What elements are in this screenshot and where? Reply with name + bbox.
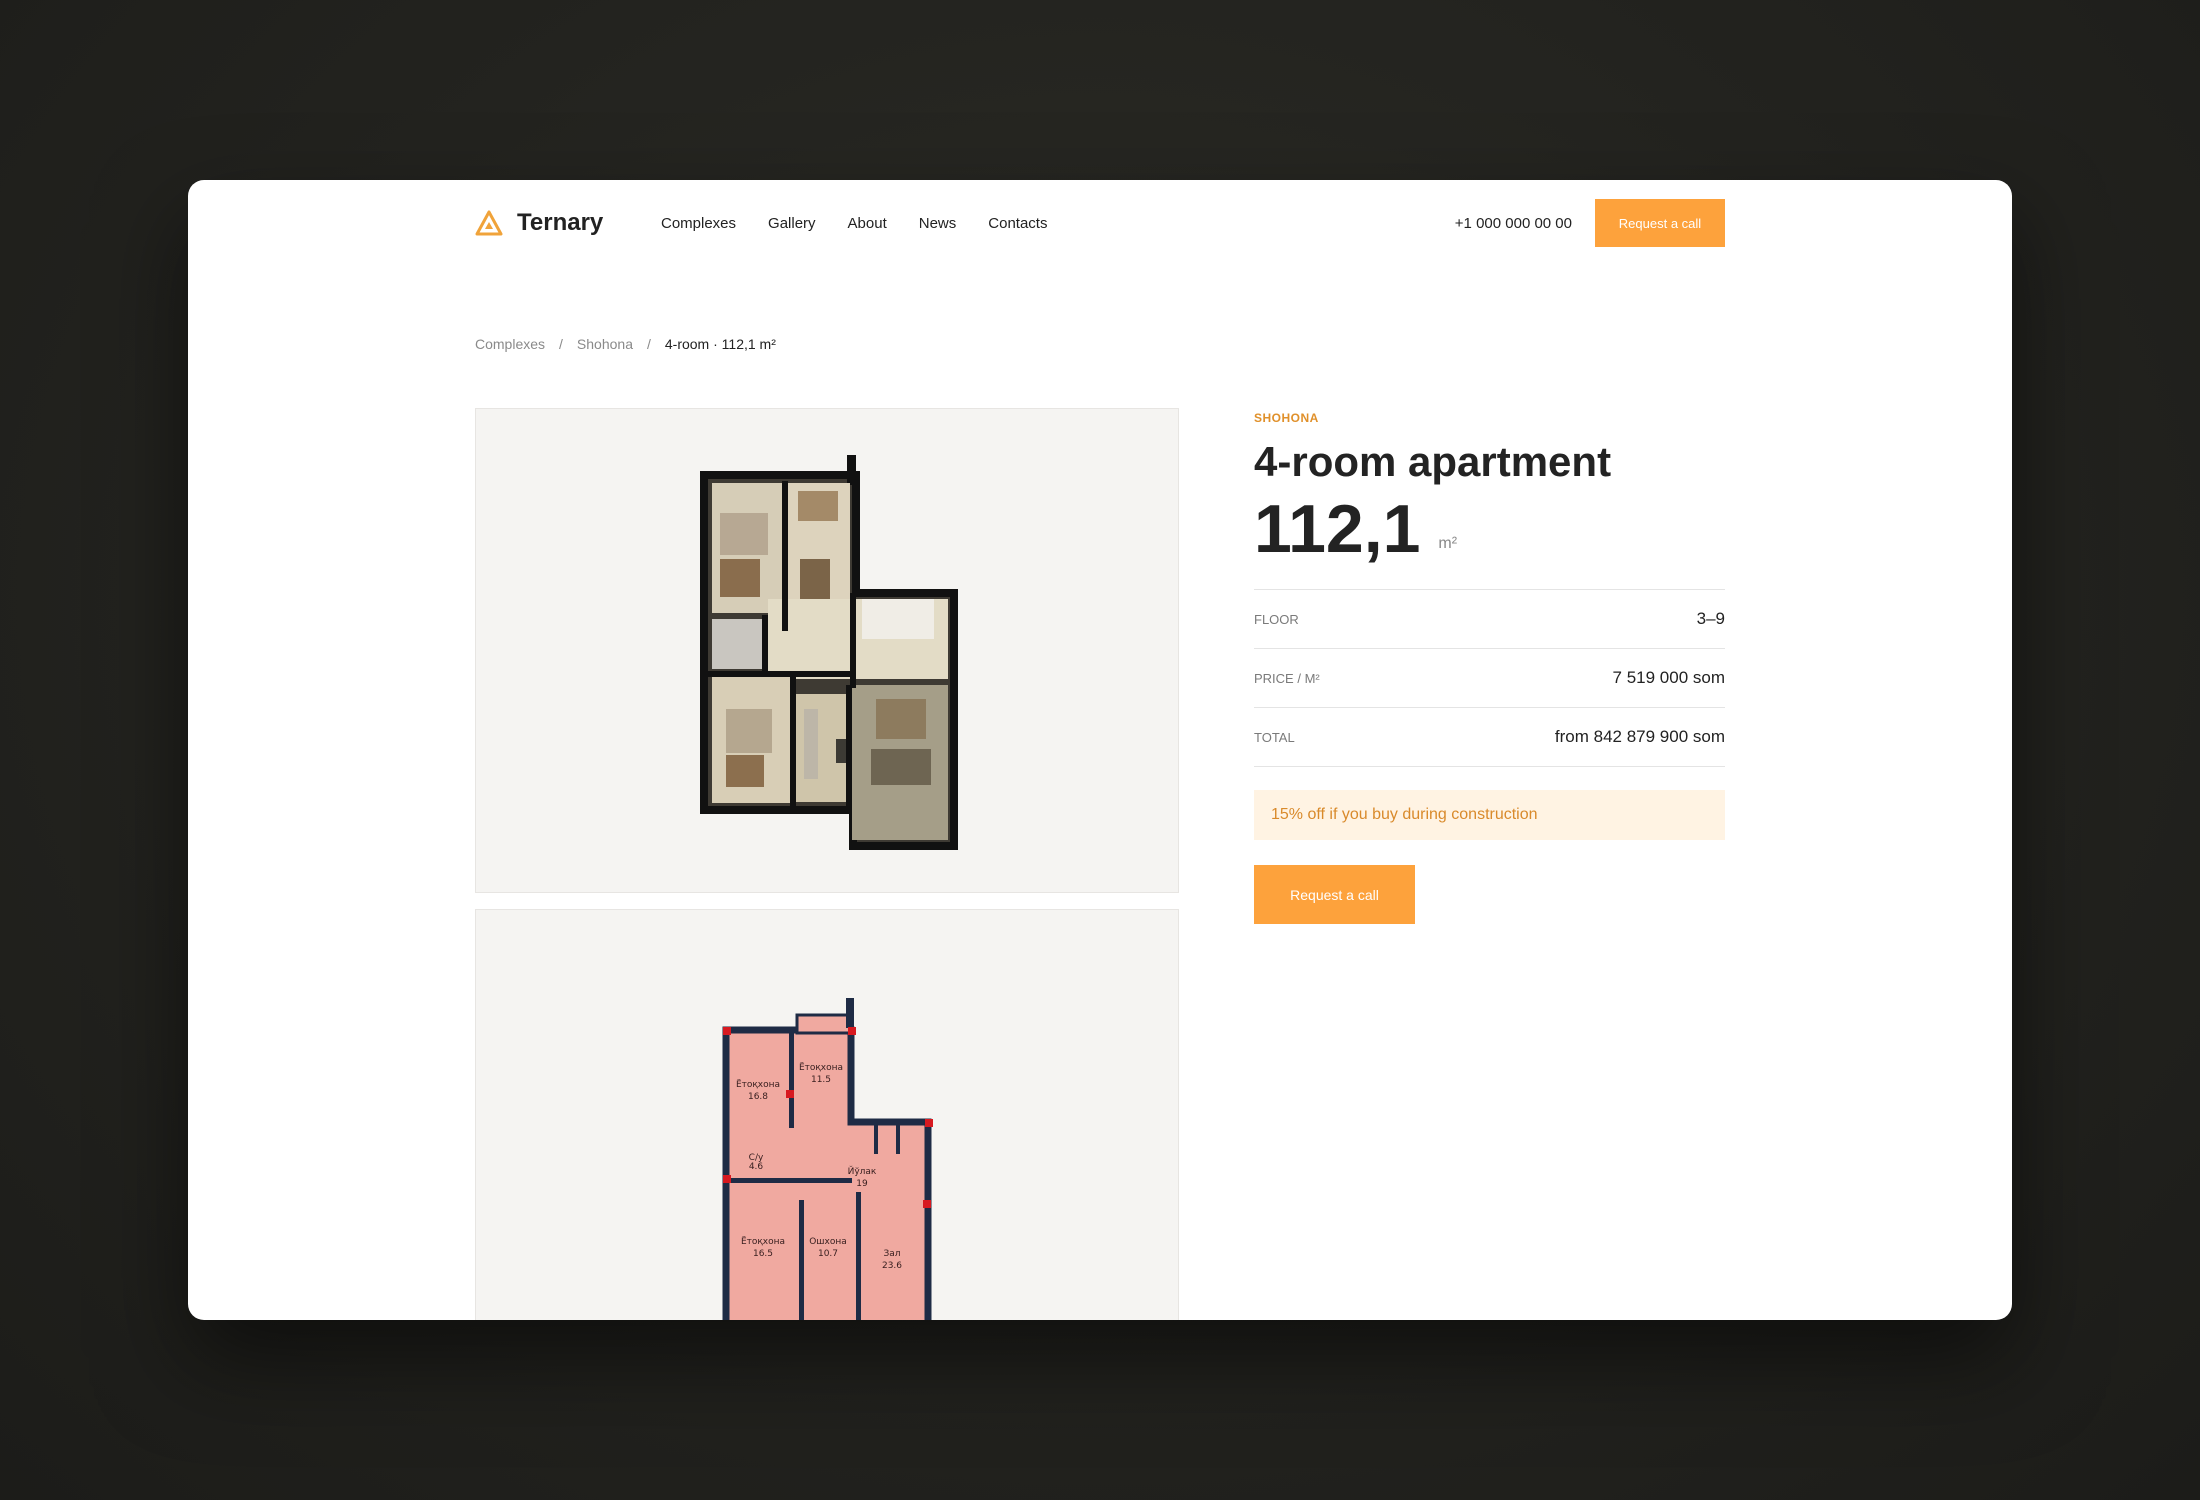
floor-plan-2d[interactable]: Ётоқхона 16.8 Ётоқхона 11.5 С/у 4.6 Йўла… [475,909,1179,1320]
complex-name[interactable]: SHOHONA [1254,411,1725,425]
spec-value: 3–9 [1696,609,1725,629]
request-call-button[interactable]: Request a call [1254,865,1415,925]
spec-row-total: TOTAL from 842 879 900 som [1254,708,1725,768]
promo-banner: 15% off if you buy during construction [1254,790,1725,841]
spec-table: FLOOR 3–9 PRICE / M² 7 519 000 som TOTAL… [1254,589,1725,768]
area-unit: m² [1438,535,1458,553]
breadcrumb-current: 4-room · 112,1 m² [664,336,776,352]
room-area: 11.5 [811,1075,831,1085]
room-area: 16.5 [753,1249,773,1259]
browser-window: Ternary Complexes Gallery About News Con… [188,180,2012,1320]
apartment-info: SHOHONA 4-room apartment 112,1 m² FLOOR … [1254,408,1725,925]
spec-value: from 842 879 900 som [1554,727,1725,747]
breadcrumb-complexes[interactable]: Complexes [475,336,545,352]
floor-plan-2d-image: Ётоқхона 16.8 Ётоқхона 11.5 С/у 4.6 Йўла… [722,998,933,1320]
spec-row-price: PRICE / M² 7 519 000 som [1254,649,1725,709]
nav-complexes[interactable]: Complexes [661,215,736,232]
apartment-area: 112,1 m² [1254,495,1725,563]
brand-logo[interactable]: Ternary [475,209,603,237]
apartment-title: 4-room apartment [1254,438,1612,485]
floor-plan-3d-image [700,455,958,850]
breadcrumb-separator: / [646,336,651,352]
triangle-logo-icon [475,210,503,236]
brand-name: Ternary [517,209,604,236]
nav-about[interactable]: About [848,215,887,232]
room-label: Зал [883,1249,900,1259]
room-area: 19 [856,1179,868,1189]
spec-value: 7 519 000 som [1612,668,1725,688]
header-request-call-button[interactable]: Request a call [1595,199,1725,247]
room-label: Ошхона [809,1237,847,1247]
spec-label: TOTAL [1254,729,1295,745]
room-label: Ётоқхона [799,1062,843,1073]
area-value: 112,1 [1254,491,1421,568]
spec-label: FLOOR [1254,611,1299,627]
room-area: 16.8 [748,1092,768,1102]
room-label: Йўлак [848,1165,877,1177]
breadcrumb: Complexes / Shohona / 4-room · 112,1 m² [475,336,776,352]
room-label: Ётоқхона [741,1236,785,1247]
nav-contacts[interactable]: Contacts [988,215,1047,232]
spec-row-floor: FLOOR 3–9 [1254,590,1725,650]
room-area: 4.6 [749,1162,764,1172]
spec-label: PRICE / M² [1254,670,1320,686]
breadcrumb-shohona[interactable]: Shohona [577,336,633,352]
room-area: 23.6 [882,1261,902,1271]
site-header: Ternary Complexes Gallery About News Con… [475,199,1725,249]
main-nav: Complexes Gallery About News Contacts [661,215,1047,232]
nav-news[interactable]: News [919,215,957,232]
floor-plan-3d[interactable] [475,408,1179,893]
phone-number[interactable]: +1 000 000 00 00 [1455,215,1572,232]
room-area: 10.7 [818,1249,838,1259]
nav-gallery[interactable]: Gallery [768,215,816,232]
room-label: Ётоқхона [736,1079,780,1090]
breadcrumb-separator: / [559,336,563,352]
